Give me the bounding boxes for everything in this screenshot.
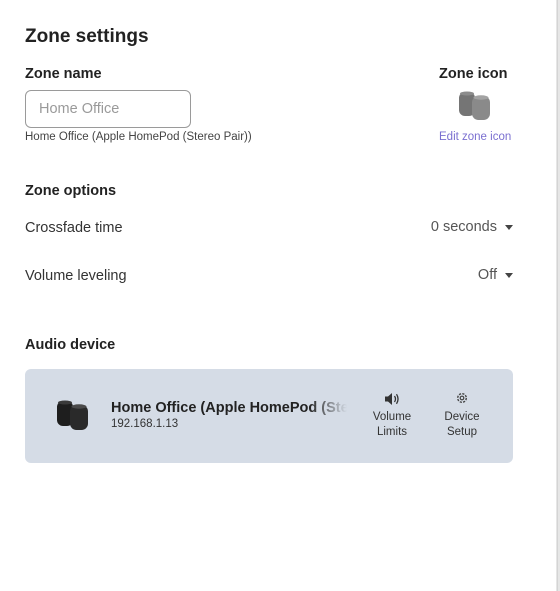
- device-setup-label-2: Setup: [446, 426, 478, 438]
- device-name: Home Office (Apple HomePod (Stereo Pair)…: [111, 400, 347, 416]
- audio-device-card: Home Office (Apple HomePod (Stereo Pair)…: [25, 369, 513, 463]
- zone-options-label: Zone options: [25, 183, 117, 199]
- crossfade-time-label: Crossfade time: [25, 220, 123, 236]
- audio-device-label: Audio device: [25, 337, 116, 353]
- zone-name-input[interactable]: [25, 90, 191, 128]
- caret-down-icon: [505, 272, 513, 278]
- edit-zone-icon-link[interactable]: Edit zone icon: [439, 131, 511, 143]
- volume-limits-button[interactable]: Volume Limits: [368, 391, 416, 440]
- device-setup-label-1: Device: [444, 411, 480, 423]
- caret-down-icon: [505, 224, 513, 230]
- page-title: Zone settings: [25, 26, 149, 47]
- volume-leveling-dropdown[interactable]: Off: [478, 267, 513, 283]
- zone-icon-label: Zone icon: [439, 66, 508, 82]
- zone-name-label: Zone name: [25, 66, 102, 82]
- speaker-icon: [368, 391, 416, 408]
- volume-limits-label-1: Volume: [372, 411, 412, 423]
- gear-icon: [438, 391, 486, 408]
- homepod-pair-icon[interactable]: [457, 90, 493, 122]
- homepod-pair-icon: [55, 399, 91, 433]
- zone-name-hint: Home Office (Apple HomePod (Stereo Pair)…: [25, 131, 252, 143]
- device-ip: 192.168.1.13: [111, 418, 179, 430]
- volume-leveling-label: Volume leveling: [25, 268, 127, 284]
- crossfade-time-value: 0 seconds: [430, 219, 497, 235]
- window-edge-line: [557, 0, 558, 591]
- crossfade-time-dropdown[interactable]: 0 seconds: [431, 219, 513, 235]
- volume-leveling-value: Off: [477, 267, 497, 283]
- device-setup-button[interactable]: Device Setup: [438, 391, 486, 440]
- volume-limits-label-2: Limits: [376, 426, 408, 438]
